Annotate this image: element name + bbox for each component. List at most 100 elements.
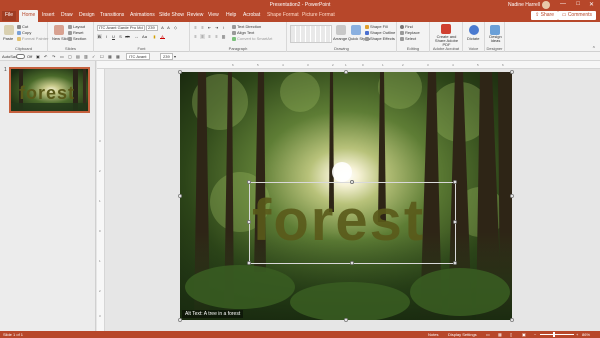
zoom-slider-knob[interactable] — [553, 332, 555, 337]
decrease-indent-icon[interactable]: ⇤ — [207, 25, 212, 30]
align-center-icon[interactable]: ≡ — [200, 34, 205, 39]
align-text-button[interactable]: Align Text — [232, 30, 254, 35]
tab-home[interactable]: Home — [19, 10, 39, 22]
share-button[interactable]: ⇪ Share — [531, 11, 558, 20]
select-button[interactable]: Select — [400, 36, 416, 41]
resize-handle[interactable] — [453, 261, 457, 265]
restore-icon[interactable]: □ — [576, 1, 580, 7]
line-spacing-icon[interactable]: ↕ — [221, 25, 226, 30]
dictate-button[interactable]: Dictate — [467, 36, 479, 41]
find-button[interactable]: Find — [400, 24, 413, 29]
tab-animations[interactable]: Animations — [130, 12, 155, 18]
print-icon[interactable]: ▥ — [84, 54, 88, 59]
design-ideas-button[interactable]: Design Ideas — [486, 35, 505, 43]
grow-font-icon[interactable]: A — [160, 25, 165, 30]
cut-button[interactable]: Cut — [17, 24, 28, 29]
increase-indent-icon[interactable]: ⇥ — [214, 25, 219, 30]
columns-icon[interactable]: ▥ — [221, 34, 226, 39]
image-resize-handle[interactable] — [344, 318, 348, 322]
tab-shape-format[interactable]: Shape Format — [267, 12, 299, 18]
notes-button[interactable]: Notes — [428, 332, 438, 337]
tab-help[interactable]: Help — [226, 12, 236, 18]
image-resize-handle[interactable] — [178, 318, 182, 322]
user-name[interactable]: Nadine Harrell — [508, 2, 540, 8]
copy-button[interactable]: Copy — [17, 30, 31, 35]
bold-button[interactable]: B — [97, 34, 102, 39]
new-slide-icon[interactable] — [54, 25, 64, 35]
shrink-font-icon[interactable]: A — [166, 25, 171, 30]
resize-handle[interactable] — [453, 180, 457, 184]
forest-text[interactable]: forest — [252, 192, 452, 250]
clear-format-icon[interactable]: ◇ — [173, 25, 178, 30]
tab-design[interactable]: Design — [79, 12, 95, 18]
section-button[interactable]: Section — [68, 36, 86, 41]
font-color-icon[interactable]: A — [160, 34, 165, 39]
format-painter-button[interactable]: Format Painter — [17, 36, 48, 41]
microphone-icon[interactable] — [469, 25, 479, 35]
table-icon[interactable]: ▦ — [116, 54, 120, 59]
font-name-select[interactable]: ITC Avant Garde Pro Md — [97, 25, 145, 31]
tab-picture-format[interactable]: Picture Format — [302, 12, 335, 18]
image-resize-handle[interactable] — [510, 194, 514, 198]
smartart-button[interactable]: Convert to SmartArt — [232, 36, 272, 41]
shapes-gallery[interactable] — [290, 25, 332, 43]
open-icon[interactable]: ▤ — [76, 54, 80, 59]
slide-thumbnail[interactable]: forest — [9, 67, 90, 113]
arrange-button[interactable]: Arrange — [333, 36, 347, 41]
align-left-icon[interactable]: ≡ — [193, 34, 198, 39]
autosave-toggle[interactable] — [16, 54, 25, 59]
pdf-icon[interactable] — [441, 24, 451, 34]
tab-draw[interactable]: Draw — [61, 12, 73, 18]
resize-handle[interactable] — [350, 261, 354, 265]
justify-icon[interactable]: ≡ — [214, 34, 219, 39]
resize-handle[interactable] — [350, 180, 354, 184]
tab-acrobat[interactable]: Acrobat — [243, 12, 260, 18]
tab-insert[interactable]: Insert — [42, 12, 55, 18]
slideshow-view-icon[interactable]: ▣ — [522, 332, 526, 337]
font-size-select[interactable]: 239 — [146, 25, 158, 31]
grid-icon[interactable]: ▦ — [108, 54, 112, 59]
touch-icon[interactable]: ☐ — [100, 54, 104, 59]
shadow-button[interactable]: S — [118, 34, 123, 39]
zoom-out-icon[interactable]: − — [534, 332, 536, 337]
resize-handle[interactable] — [247, 220, 251, 224]
slide[interactable]: forest Alt Text: A tree in a forest — [180, 72, 512, 320]
image-resize-handle[interactable] — [510, 70, 514, 74]
minimize-icon[interactable]: — — [560, 1, 566, 7]
image-resize-handle[interactable] — [178, 70, 182, 74]
display-settings-button[interactable]: Display Settings — [448, 332, 477, 337]
change-case-icon[interactable]: Aa — [142, 34, 147, 39]
replace-button[interactable]: Replace — [400, 30, 420, 35]
spell-icon[interactable]: ✓ — [92, 54, 95, 59]
highlight-icon[interactable]: ▮ — [152, 34, 157, 39]
strikethrough-icon[interactable]: ab — [125, 34, 130, 39]
resize-handle[interactable] — [453, 220, 457, 224]
tab-view[interactable]: View — [208, 12, 219, 18]
new-file-icon[interactable]: ▢ — [68, 54, 72, 59]
numbering-icon[interactable]: ≡ — [200, 25, 205, 30]
bullets-icon[interactable]: ≡ — [193, 25, 198, 30]
close-icon[interactable]: ✕ — [589, 1, 594, 8]
paste-icon[interactable] — [4, 25, 14, 35]
redo-icon[interactable]: ↷ — [52, 54, 55, 59]
zoom-in-icon[interactable]: + — [576, 332, 578, 337]
resize-handle[interactable] — [247, 180, 251, 184]
tab-review[interactable]: Review — [187, 12, 203, 18]
qat-font-size[interactable]: 239 — [160, 53, 173, 60]
paste-button[interactable]: Paste — [3, 36, 13, 41]
save-icon[interactable]: ▣ — [36, 54, 40, 59]
present-icon[interactable]: ▭ — [60, 54, 64, 59]
normal-view-icon[interactable]: ▭ — [486, 332, 490, 337]
avatar[interactable] — [542, 1, 550, 9]
tab-file[interactable]: File — [2, 11, 17, 21]
shape-outline-button[interactable]: Shape Outline — [365, 30, 395, 35]
shape-effects-button[interactable]: Shape Effects — [365, 36, 395, 41]
reading-view-icon[interactable]: ▯ — [510, 332, 512, 337]
char-spacing-icon[interactable]: ↔ — [134, 34, 139, 39]
quick-styles-icon[interactable] — [351, 25, 361, 35]
zoom-level[interactable]: 86% — [582, 332, 590, 337]
image-resize-handle[interactable] — [510, 318, 514, 322]
slide-sorter-icon[interactable]: ▦ — [498, 332, 502, 337]
qat-font-name[interactable]: ITC Avant — [126, 53, 150, 60]
qat-more-icon[interactable]: ▾ — [174, 54, 176, 59]
